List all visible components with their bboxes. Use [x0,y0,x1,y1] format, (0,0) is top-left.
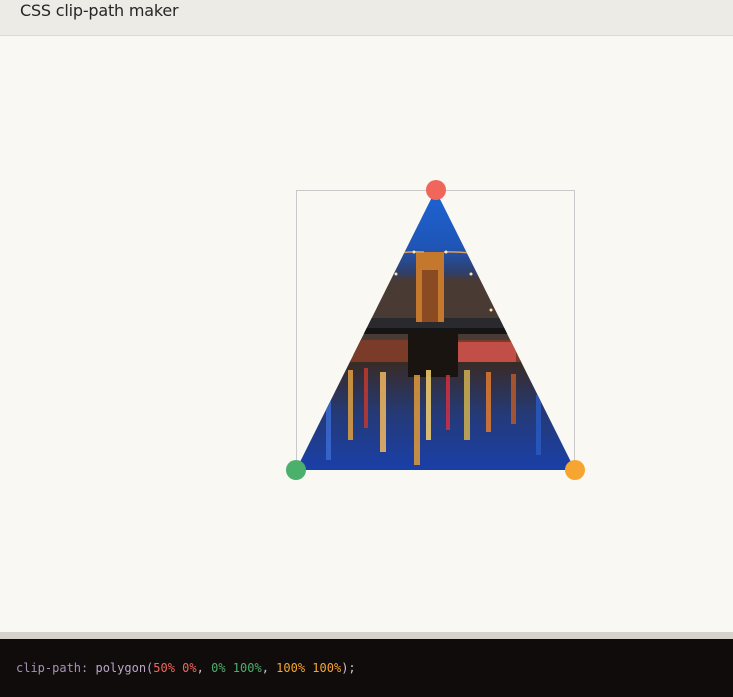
app-title: CSS clip-path maker [20,1,179,20]
code-point-3: 100% 100% [276,661,342,675]
point-handle-bottom-left[interactable] [286,460,306,480]
bridge-photo-image [296,190,575,470]
point-handle-top[interactable] [426,180,446,200]
code-function: polygon( [95,661,154,675]
clipped-image [296,190,575,470]
divider [0,632,733,639]
code-separator: , [261,661,269,675]
code-point-1: 50% 0% [153,661,197,675]
code-separator: , [196,661,204,675]
code-end: ); [341,661,356,675]
code-property: clip-path: [16,661,89,675]
css-output: clip-path: polygon(50% 0%, 0% 100%, 100%… [0,639,733,697]
app-header: CSS clip-path maker [0,0,733,36]
code-point-2: 0% 100% [211,661,262,675]
point-handle-bottom-right[interactable] [565,460,585,480]
